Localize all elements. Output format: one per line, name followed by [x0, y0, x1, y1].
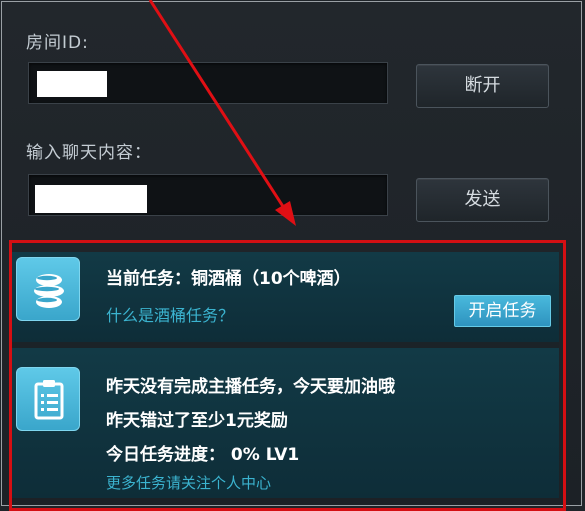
redacted-room-id	[37, 71, 107, 97]
room-id-input[interactable]	[28, 62, 388, 104]
send-button[interactable]: 发送	[416, 178, 549, 222]
chat-input-label: 输入聊天内容：	[26, 143, 152, 163]
chat-panel: 房间ID: 断开 输入聊天内容： 发送 当前任务：铜酒桶（10个啤酒） 什么是酒…	[1, 1, 582, 511]
redacted-chat-text	[35, 185, 147, 213]
disconnect-button[interactable]: 断开	[416, 64, 549, 108]
chat-input[interactable]	[28, 174, 388, 216]
task-highlight-box	[9, 240, 566, 511]
room-id-label: 房间ID:	[26, 33, 89, 53]
